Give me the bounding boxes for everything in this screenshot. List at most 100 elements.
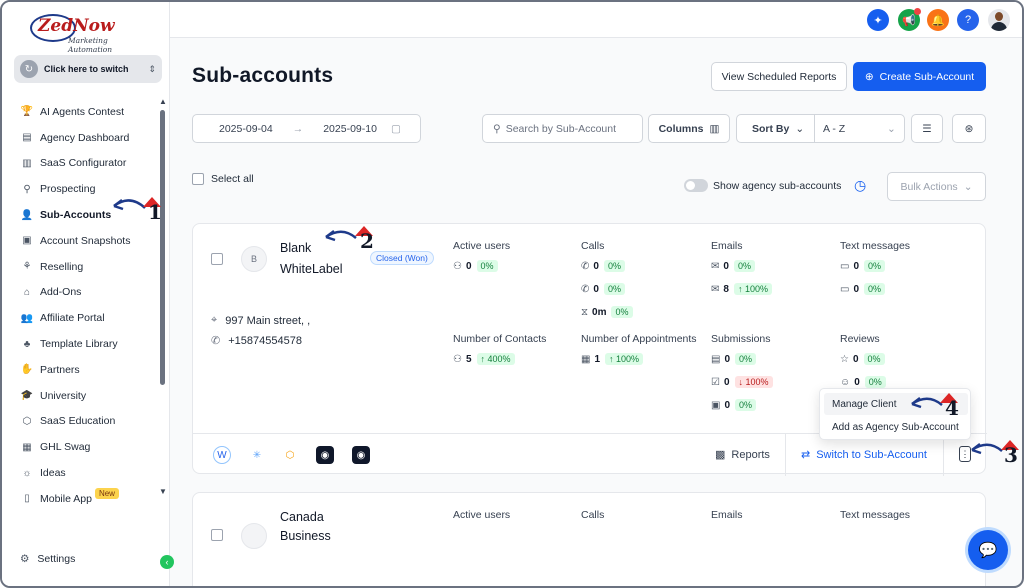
columns-icon: ▥ <box>709 122 720 135</box>
notifications-button[interactable]: 🔔 <box>927 9 949 31</box>
history-icon[interactable]: ◷ <box>854 177 866 194</box>
user-avatar[interactable] <box>988 9 1010 31</box>
sidebar-item-agency-dashboard[interactable]: ▤ Agency Dashboard <box>20 125 156 151</box>
megaphone-icon: 📢 <box>902 14 916 27</box>
sidebar-item-label: Sub-Accounts <box>40 209 112 222</box>
create-label: Create Sub-Account <box>879 70 975 83</box>
view-scheduled-reports-button[interactable]: View Scheduled Reports <box>711 62 847 91</box>
wordpress-icon[interactable]: W <box>213 446 231 464</box>
sidebar-item-label: SaaS Education <box>40 415 116 428</box>
divider <box>785 434 786 476</box>
active-users-label: Active users <box>453 240 511 252</box>
reports-label: Reports <box>731 448 770 461</box>
card-checkbox[interactable] <box>211 529 223 541</box>
cube-icon: ⬡ <box>22 415 32 427</box>
sidebar-item-label: Partners <box>40 363 80 376</box>
sidebar-item-prospecting[interactable]: ⚲ Prospecting <box>20 176 156 202</box>
business-name-line2[interactable]: WhiteLabel <box>280 262 343 276</box>
sidebar-item-mobile-app[interactable]: ▯ Mobile App New <box>20 486 156 512</box>
download-button[interactable]: ⊛ <box>952 114 986 143</box>
chevron-down-icon: ⌄ <box>887 122 896 135</box>
calls-inbound: ✆ 0 0% <box>581 260 625 272</box>
submissions-forms: ▤ 0 0% <box>711 353 757 365</box>
sidebar-item-settings[interactable]: ⚙ Settings <box>20 553 75 565</box>
help-button[interactable]: ? <box>957 9 979 31</box>
smiley-icon: ☺ <box>840 376 851 388</box>
select-all-checkbox[interactable] <box>192 173 204 185</box>
mail-icon: ✉ <box>711 260 720 272</box>
gear-icon: ⚙ <box>20 553 30 565</box>
library-icon: ♣ <box>23 338 31 350</box>
switcher-label: Click here to switch <box>44 64 129 74</box>
appointments-value: ▦ 1 ↑ 100% <box>581 353 644 365</box>
location-pin-icon: ⌖ <box>211 314 218 326</box>
business-name-line1[interactable]: Canada <box>280 510 324 524</box>
question-icon: ? <box>964 14 972 26</box>
user-icon: ⚇ <box>453 353 462 365</box>
date-range-picker[interactable]: 2025-09-04 → 2025-09-10 ▢ <box>192 114 421 143</box>
sidebar-item-saas-education[interactable]: ⬡ SaaS Education <box>20 409 156 435</box>
sidebar-item-saas-configurator[interactable]: ▥ SaaS Configurator <box>20 151 156 177</box>
phone-row: ✆ +15874554578 <box>211 334 302 348</box>
sidebar-item-sub-accounts[interactable]: 👤 Sub-Accounts <box>20 202 156 228</box>
chat-widget-button[interactable]: 💬 <box>968 530 1008 570</box>
show-agency-toggle[interactable] <box>684 179 708 192</box>
announcements-button[interactable]: 📢 <box>898 8 921 31</box>
business-avatar: B <box>241 246 267 272</box>
sidebar-item-ghl-swag[interactable]: ▦ GHL Swag <box>20 434 156 460</box>
account-switcher[interactable]: ↻ Click here to switch ⇕ <box>14 55 162 83</box>
bell-icon: 🔔 <box>931 14 945 27</box>
sidebar-scrollbar[interactable] <box>160 110 165 385</box>
select-all[interactable]: Select all <box>192 173 254 185</box>
business-name-line1[interactable]: Blank <box>280 241 311 255</box>
sort-by-control[interactable]: Sort By ⌄ A - Z ⌄ <box>736 114 905 143</box>
address: 997 Main street, , <box>225 314 311 327</box>
collapse-sidebar-button[interactable]: ‹ <box>160 555 174 569</box>
sidebar-item-university[interactable]: 🎓 University <box>20 383 156 409</box>
sidebar-item-label: Mobile App <box>40 492 92 505</box>
filter-button[interactable]: ☰ <box>911 114 943 143</box>
user-icon: 👤 <box>20 209 34 221</box>
create-sub-account-button[interactable]: ⊕ Create Sub-Account <box>853 62 986 91</box>
sparkle-icon: ✦ <box>873 14 883 27</box>
sidebar-item-affiliate-portal[interactable]: 👥 Affiliate Portal <box>20 305 156 331</box>
sidebar-item-label: Add-Ons <box>40 286 82 299</box>
hexagon-icon[interactable]: ⬡ <box>281 446 299 464</box>
survey-icon: ☑ <box>711 376 720 388</box>
snapshot-icon: ▣ <box>22 235 32 247</box>
scroll-up-icon[interactable]: ▲ <box>159 97 167 106</box>
sidebar-item-partners[interactable]: ✋ Partners <box>20 357 156 383</box>
business-name-line2[interactable]: Business <box>280 529 331 543</box>
filter-icon: ☰ <box>922 122 932 135</box>
integration-icon[interactable]: ✳ <box>248 446 266 464</box>
active-users-label: Active users <box>453 509 511 521</box>
switch-to-sub-account-button[interactable]: ⇄ Switch to Sub-Account <box>801 448 927 462</box>
bulk-actions-button[interactable]: Bulk Actions ⌄ <box>887 172 986 201</box>
columns-button[interactable]: Columns ▥ <box>648 114 730 143</box>
sidebar-item-ideas[interactable]: ☼ Ideas <box>20 460 156 486</box>
switch-arrows-icon: ⇄ <box>801 449 811 461</box>
sidebar-item-template-library[interactable]: ♣ Template Library <box>20 331 156 357</box>
sidebar-item-add-ons[interactable]: ⌂ Add-Ons <box>20 280 156 306</box>
annotation-number-4: 4 <box>945 396 959 420</box>
scroll-down-icon[interactable]: ▼ <box>159 487 167 496</box>
sidebar-item-label: AI Agents Contest <box>40 105 125 118</box>
sidebar-item-reselling[interactable]: ⚘ Reselling <box>20 254 156 280</box>
brand-logo[interactable]: ZedNow Marketing Automation <box>30 12 150 54</box>
search-input[interactable]: ⚲ Search by Sub-Account <box>482 114 643 143</box>
text-messages-label: Text messages <box>840 240 911 252</box>
sidebar-item-label: Affiliate Portal <box>40 312 105 325</box>
reports-button[interactable]: ▩ Reports <box>715 448 770 462</box>
app-store-icon[interactable]: ◉ <box>316 446 334 464</box>
sidebar-item-ai-agents-contest[interactable]: 🏆 AI Agents Contest <box>20 99 156 125</box>
more-options-button[interactable]: ⋮ <box>959 446 971 462</box>
sidebar-item-label: GHL Swag <box>40 441 91 454</box>
play-store-icon[interactable]: ◉ <box>352 446 370 464</box>
show-agency-label: Show agency sub-accounts <box>713 180 842 192</box>
message-in-icon: ▭ <box>840 283 850 295</box>
annotation-number-3: 3 <box>1004 443 1018 467</box>
quick-actions-button[interactable]: ✦ <box>867 9 889 31</box>
business-avatar <box>241 523 267 549</box>
card-checkbox[interactable] <box>211 253 223 265</box>
sidebar-item-account-snapshots[interactable]: ▣ Account Snapshots <box>20 228 156 254</box>
